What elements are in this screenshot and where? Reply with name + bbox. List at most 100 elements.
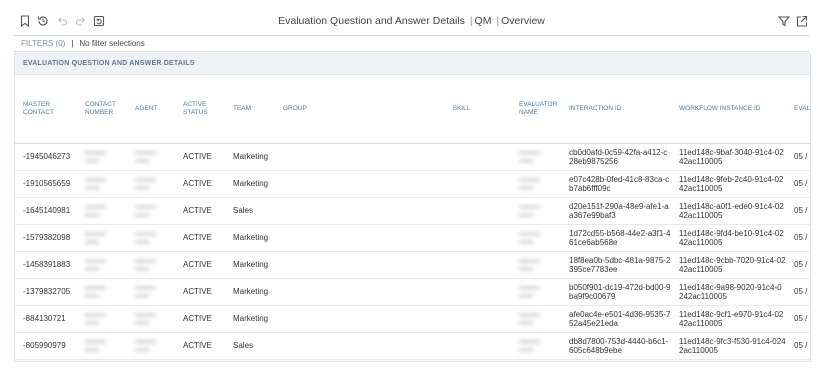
cell-interaction-id: e07c428b-0fed-41c8-83ca-cb7ab6fff09c <box>561 170 671 198</box>
column-header-workflow-instance-id[interactable]: WORKFLOW INSTANCE ID <box>671 75 786 144</box>
cell-group <box>275 305 404 333</box>
cell-contact-number: ▬▬▬ ▬▬ <box>77 332 127 360</box>
table-row[interactable]: -1910565659 ▬▬▬ ▬▬ ▬▬▬ ▬▬ ACTIVE Marketing ▬▬▬ ▬… <box>15 170 810 198</box>
filters-toggle[interactable]: FILTERS (0) <box>21 39 65 48</box>
table-row[interactable]: -884130721 ▬▬▬ ▬▬ ▬▬▬ ▬▬ ACTIVE Marketing ▬▬▬ ▬▬… <box>15 305 810 333</box>
redacted-value: ▬▬▬ ▬▬ <box>519 230 540 245</box>
toolbar: Evaluation Question and Answer Details |… <box>0 0 823 36</box>
cell-contact-number: ▬▬▬ ▬▬ <box>77 224 127 252</box>
cell-workflow-instance-id: 11ed148c-9baf-3040-91c4-0242ac110005 <box>671 143 786 171</box>
redacted-value: ▬▬▬ ▬▬ <box>519 149 540 164</box>
cell-active-status: ACTIVE <box>175 305 225 333</box>
cell-team: Sales <box>225 332 275 360</box>
column-header-interaction-id[interactable]: INTERACTION ID <box>561 75 671 144</box>
app-name: QM <box>474 15 492 27</box>
redacted-value: ▬▬▬ ▬▬ <box>135 311 156 326</box>
cell-agent: ▬▬▬ ▬▬ <box>127 197 175 225</box>
column-header-group[interactable]: GROUP <box>275 75 404 144</box>
cell-evaluator-name: ▬▬▬ ▬▬ <box>511 224 561 252</box>
cell-team: Marketing <box>225 278 275 306</box>
redacted-value: ▬▬▬ ▬▬ <box>519 176 540 191</box>
table-header-row: MASTER CONTACT CONTACT NUMBER AGENT ACTI… <box>15 75 810 144</box>
redacted-value: ▬▬▬ ▬▬ <box>85 203 106 218</box>
cell-interaction-id: db8d7800-753d-4440-b6c1-605c648b9ebe <box>561 332 671 360</box>
cell-group <box>275 170 404 198</box>
cell-active-status: ACTIVE <box>175 251 225 279</box>
cell-active-status: ACTIVE <box>175 197 225 225</box>
cell-workflow-instance-id: 11ed148c-9feb-2c40-91c4-0242ac110005 <box>671 170 786 198</box>
cell-evaluation-date: 05 / 07: <box>786 224 810 252</box>
redacted-value: ▬▬▬ ▬▬ <box>519 311 540 326</box>
redacted-value: ▬▬▬ ▬▬ <box>135 284 156 299</box>
column-header-team[interactable]: TEAM <box>225 75 275 144</box>
column-header-active-status[interactable]: ACTIVE STATUS <box>175 75 225 144</box>
cell-group <box>275 224 404 252</box>
cell-workflow-instance-id: 11ed148c-a0f1-ede0-91c4-0242ac110005 <box>671 197 786 225</box>
filter-bar: FILTERS (0) | No filter selections <box>21 39 145 48</box>
cell-team: Sales <box>225 197 275 225</box>
cell-agent: ▬▬▬ ▬▬ <box>127 305 175 333</box>
cell-team: Marketing <box>225 251 275 279</box>
column-header-agent[interactable]: AGENT <box>127 75 175 144</box>
cell-interaction-id: 18f8ea0b-5dbc-481a-9875-2395ce7783ee <box>561 251 671 279</box>
cell-team: Marketing <box>225 224 275 252</box>
cell-workflow-instance-id: 11ed148c-9cbb-7020-91c4-0242ac110005 <box>671 251 786 279</box>
cell-evaluation-date: 05 / 07: <box>786 305 810 333</box>
table-row[interactable]: -1379832705 ▬▬▬ ▬▬ ▬▬▬ ▬▬ ACTIVE Marketing ▬▬▬ ▬… <box>15 278 810 306</box>
cell-team: Marketing <box>225 143 275 171</box>
cell-evaluation-date: 05 / 07: <box>786 278 810 306</box>
redacted-value: ▬▬▬ ▬▬ <box>85 257 106 272</box>
cell-workflow-instance-id: 11ed148c-9fc3-f530-91c4-0242ac110005 <box>671 332 786 360</box>
column-header-evaluator-name[interactable]: EVALUATOR NAME <box>511 75 561 144</box>
cell-contact-number: ▬▬▬ ▬▬ <box>77 197 127 225</box>
cell-agent: ▬▬▬ ▬▬ <box>127 224 175 252</box>
cell-evaluation-date: 05 / 07: <box>786 143 810 171</box>
cell-workflow-instance-id: 11ed148c-9cf1-e970-91c4-0242ac110005 <box>671 305 786 333</box>
cell-evaluator-name: ▬▬▬ ▬▬ <box>511 170 561 198</box>
column-header-master-contact[interactable]: MASTER CONTACT <box>15 75 77 144</box>
redacted-value: ▬▬▬ ▬▬ <box>135 203 156 218</box>
details-panel: EVALUATION QUESTION AND ANSWER DETAILS M… <box>14 53 811 362</box>
cell-active-status: ACTIVE <box>175 170 225 198</box>
cell-agent: ▬▬▬ ▬▬ <box>127 332 175 360</box>
cell-master-contact: -805990979 <box>15 332 77 360</box>
redacted-value: ▬▬▬ ▬▬ <box>135 176 156 191</box>
redacted-value: ▬▬▬ ▬▬ <box>519 203 540 218</box>
redacted-value: ▬▬▬ ▬▬ <box>519 257 540 272</box>
cell-skill <box>404 251 511 279</box>
share-icon[interactable] <box>795 14 809 28</box>
cell-evaluation-date: 05 / 07: <box>786 332 810 360</box>
table-row[interactable]: -1579382098 ▬▬▬ ▬▬ ▬▬▬ ▬▬ ACTIVE Marketing ▬▬▬ ▬… <box>15 224 810 252</box>
cell-evaluator-name: ▬▬▬ ▬▬ <box>511 197 561 225</box>
column-header-skill[interactable]: SKILL <box>404 75 511 144</box>
filter-icon[interactable] <box>777 14 791 28</box>
cell-evaluator-name: ▬▬▬ ▬▬ <box>511 251 561 279</box>
cell-contact-number: ▬▬▬ ▬▬ <box>77 170 127 198</box>
table-row[interactable]: -1645140981 ▬▬▬ ▬▬ ▬▬▬ ▬▬ ACTIVE Sales ▬▬▬ ▬▬ d20… <box>15 197 810 225</box>
cell-skill <box>404 305 511 333</box>
details-table: MASTER CONTACT CONTACT NUMBER AGENT ACTI… <box>15 75 810 360</box>
cell-active-status: ACTIVE <box>175 332 225 360</box>
cell-master-contact: -884130721 <box>15 305 77 333</box>
cell-interaction-id: b050f901-dc19-472d-bd00-9ba9f9c00679 <box>561 278 671 306</box>
redacted-value: ▬▬▬ ▬▬ <box>519 338 540 353</box>
table-row[interactable]: -805990979 ▬▬▬ ▬▬ ▬▬▬ ▬▬ ACTIVE Sales ▬▬▬ ▬▬ db8d… <box>15 332 810 360</box>
column-header-contact-number[interactable]: CONTACT NUMBER <box>77 75 127 144</box>
cell-group <box>275 143 404 171</box>
table-body: -1945046273 ▬▬▬ ▬▬ ▬▬▬ ▬▬ ACTIVE Marketing ▬▬▬ ▬… <box>15 143 810 360</box>
cell-evaluator-name: ▬▬▬ ▬▬ <box>511 305 561 333</box>
filter-summary: No filter selections <box>79 39 145 48</box>
cell-interaction-id: 1d72cd55-b568-44e2-a3f1-461ce6ab568e <box>561 224 671 252</box>
cell-agent: ▬▬▬ ▬▬ <box>127 278 175 306</box>
cell-team: Marketing <box>225 170 275 198</box>
redacted-value: ▬▬▬ ▬▬ <box>85 284 106 299</box>
table-row[interactable]: -1458391883 ▬▬▬ ▬▬ ▬▬▬ ▬▬ ACTIVE Marketing ▬▬▬ ▬… <box>15 251 810 279</box>
cell-workflow-instance-id: 11ed148c-9a98-9020-91c4-0242ac110005 <box>671 278 786 306</box>
table-row[interactable]: -1945046273 ▬▬▬ ▬▬ ▬▬▬ ▬▬ ACTIVE Marketing ▬▬▬ ▬… <box>15 143 810 171</box>
column-header-evaluation-date[interactable]: EVAL DAT <box>786 75 810 144</box>
cell-interaction-id: afe0ac4e-e501-4d36-9535-752a45e21eda <box>561 305 671 333</box>
cell-master-contact: -1945046273 <box>15 143 77 171</box>
cell-master-contact: -1645140981 <box>15 197 77 225</box>
cell-agent: ▬▬▬ ▬▬ <box>127 251 175 279</box>
cell-evaluation-date: 05 / 07: <box>786 251 810 279</box>
